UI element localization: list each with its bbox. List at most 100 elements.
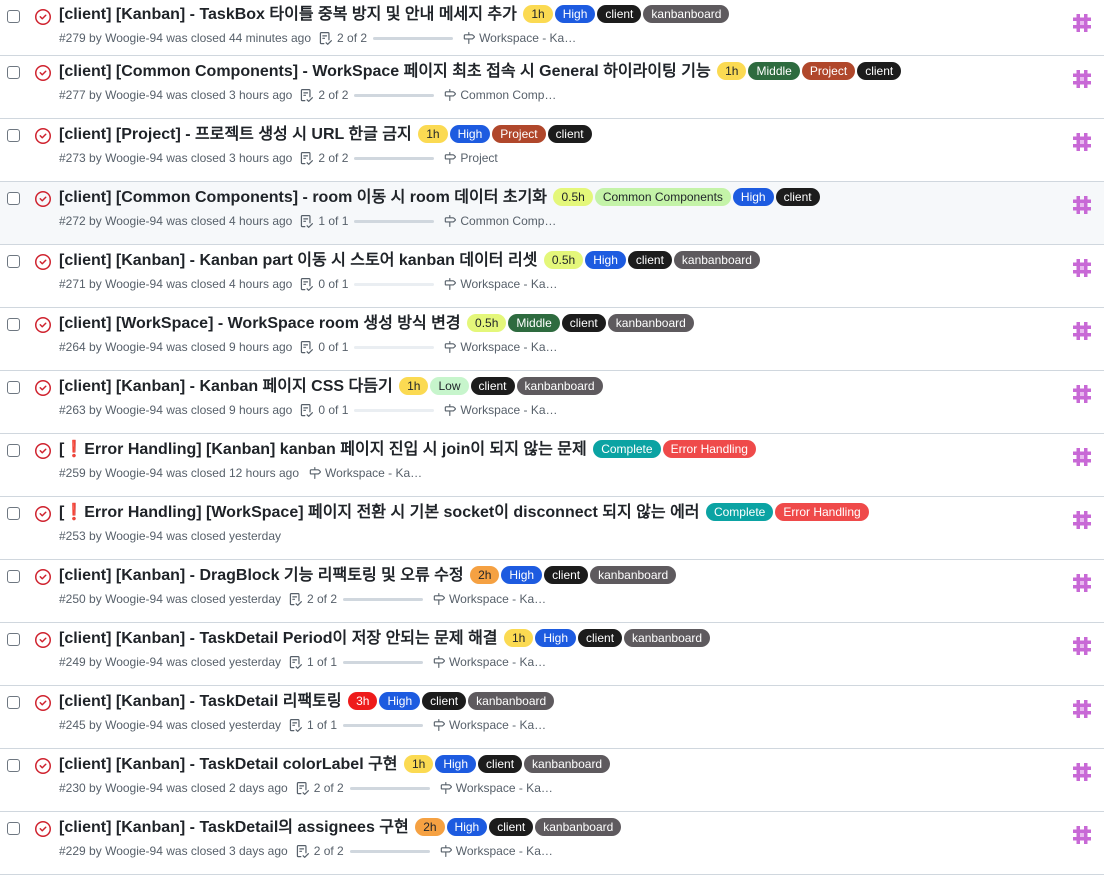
milestone[interactable]: Project <box>442 149 498 167</box>
issue-label[interactable]: High <box>732 188 774 206</box>
milestone[interactable]: Workspace - Ka… <box>431 590 546 608</box>
issue-title[interactable]: [client] [Common Components] - WorkSpace… <box>59 63 711 80</box>
issue-label[interactable]: client <box>857 62 902 80</box>
issue-row[interactable]: [client] [Common Components] - WorkSpace… <box>0 56 1104 119</box>
milestone[interactable]: Workspace - Ka… <box>307 464 422 482</box>
issue-label[interactable]: 1h <box>523 5 553 23</box>
assignee-avatar[interactable] <box>1073 259 1091 277</box>
issue-label[interactable]: kanbanboard <box>590 566 677 584</box>
select-checkbox[interactable] <box>7 507 20 520</box>
issue-title[interactable]: [client] [Kanban] - TaskDetail Period이 저… <box>59 630 498 647</box>
select-checkbox[interactable] <box>7 759 20 772</box>
issue-label[interactable]: High <box>585 251 626 269</box>
issue-label[interactable]: client <box>489 818 534 836</box>
assignee-avatar[interactable] <box>1073 133 1091 151</box>
milestone-name[interactable]: Workspace - Ka… <box>479 29 576 47</box>
issue-label[interactable]: 1h <box>717 62 747 80</box>
issue-row[interactable]: [client] [Kanban] - TaskDetail colorLabe… <box>0 749 1104 812</box>
issue-label[interactable]: kanbanboard <box>524 755 611 773</box>
issue-label[interactable]: High <box>449 125 491 143</box>
issue-label[interactable]: 1h <box>418 125 448 143</box>
issue-author[interactable]: Woogie-94 <box>105 527 163 545</box>
issue-author[interactable]: Woogie-94 <box>105 212 163 230</box>
select-checkbox[interactable] <box>7 381 20 394</box>
assignee-avatar[interactable] <box>1073 700 1091 718</box>
issue-row[interactable]: [client] [Kanban] - Kanban 페이지 CSS 다듬기 1… <box>0 371 1104 434</box>
issue-author[interactable]: Woogie-94 <box>105 401 163 419</box>
select-checkbox[interactable] <box>7 822 20 835</box>
issue-title[interactable]: [client] [Kanban] - Kanban part 이동 시 스토어… <box>59 252 537 269</box>
issue-row[interactable]: [client] [Kanban] - DragBlock 기능 리팩토링 및 … <box>0 560 1104 623</box>
issue-label[interactable]: client <box>547 125 592 143</box>
issue-title[interactable]: Error Handling] [WorkSpace] 페이지 전환 시 기본 … <box>84 504 699 521</box>
issue-author[interactable]: Woogie-94 <box>105 653 163 671</box>
milestone-name[interactable]: Workspace - Ka… <box>460 275 557 293</box>
issue-label[interactable]: Project <box>492 125 546 143</box>
issue-label[interactable]: 1h <box>399 377 429 395</box>
select-checkbox[interactable] <box>7 192 20 205</box>
issue-row[interactable]: [client] [Common Components] - room 이동 시… <box>0 182 1104 245</box>
select-checkbox[interactable] <box>7 318 20 331</box>
issue-row[interactable]: [client] [Kanban] - TaskBox 타이틀 중복 방지 및 … <box>0 0 1104 56</box>
select-checkbox[interactable] <box>7 570 20 583</box>
issue-label[interactable]: 1h <box>503 629 534 647</box>
assignee-avatar[interactable] <box>1073 763 1091 781</box>
issue-author[interactable]: Woogie-94 <box>105 842 163 860</box>
select-checkbox[interactable] <box>7 255 20 268</box>
assignee-avatar[interactable] <box>1073 196 1091 214</box>
issue-label[interactable]: Complete <box>705 503 774 521</box>
issue-label[interactable]: Middle <box>748 62 800 80</box>
issue-row[interactable]: [❗Error Handling] [WorkSpace] 페이지 전환 시 기… <box>0 497 1104 560</box>
milestone-name[interactable]: Common Comp… <box>460 86 556 104</box>
milestone-name[interactable]: Workspace - Ka… <box>449 716 546 734</box>
issue-label[interactable]: kanbanboard <box>643 5 730 23</box>
milestone-name[interactable]: Workspace - Ka… <box>325 464 422 482</box>
issue-title[interactable]: [client] [Kanban] - TaskBox 타이틀 중복 방지 및 … <box>59 6 517 23</box>
issue-label[interactable]: 0.5h <box>543 251 584 269</box>
issue-title[interactable]: [client] [Kanban] - TaskDetail의 assignee… <box>59 819 409 836</box>
milestone-name[interactable]: Workspace - Ka… <box>460 338 557 356</box>
issue-label[interactable]: Project <box>801 62 856 80</box>
issue-title[interactable]: [client] [Project] - 프로젝트 생성 시 URL 한글 금지 <box>59 126 412 143</box>
issue-row[interactable]: [client] [Kanban] - TaskDetail Period이 저… <box>0 623 1104 686</box>
milestone-name[interactable]: Project <box>460 149 497 167</box>
select-checkbox[interactable] <box>7 66 20 79</box>
issue-author[interactable]: Woogie-94 <box>105 716 163 734</box>
milestone[interactable]: Common Comp… <box>442 86 556 104</box>
assignee-avatar[interactable] <box>1073 322 1091 340</box>
issue-label[interactable]: client <box>422 692 467 710</box>
milestone-name[interactable]: Common Comp… <box>460 212 556 230</box>
issue-label[interactable]: client <box>578 629 623 647</box>
select-checkbox[interactable] <box>7 444 20 457</box>
milestone-name[interactable]: Workspace - Ka… <box>449 653 546 671</box>
issue-label[interactable]: kanbanboard <box>516 377 603 395</box>
issue-author[interactable]: Woogie-94 <box>105 149 163 167</box>
issue-row[interactable]: [client] [Kanban] - TaskDetail 리팩토링 3h Hi… <box>0 686 1104 749</box>
milestone[interactable]: Workspace - Ka… <box>461 29 576 47</box>
issue-label[interactable]: High <box>501 566 543 584</box>
issue-label[interactable]: client <box>478 755 523 773</box>
issue-label[interactable]: kanbanboard <box>673 251 760 269</box>
milestone[interactable]: Workspace - Ka… <box>442 338 558 356</box>
issue-author[interactable]: Woogie-94 <box>105 29 163 47</box>
issue-label[interactable]: 1h <box>403 755 434 773</box>
issue-title[interactable]: Error Handling] [Kanban] kanban 페이지 진입 시… <box>84 441 587 458</box>
milestone-name[interactable]: Workspace - Ka… <box>449 590 546 608</box>
issue-title[interactable]: [client] [Kanban] - TaskDetail colorLabe… <box>59 756 398 773</box>
issue-title[interactable]: [client] [Kanban] - Kanban 페이지 CSS 다듬기 <box>59 378 393 395</box>
issue-title[interactable]: [client] [Kanban] - DragBlock 기능 리팩토링 및 … <box>59 567 464 584</box>
issue-label[interactable]: High <box>446 818 488 836</box>
issue-label[interactable]: High <box>379 692 421 710</box>
issue-title[interactable]: [client] [Common Components] - room 이동 시… <box>59 189 547 206</box>
issue-row[interactable]: [client] [Kanban] - TaskDetail의 assignee… <box>0 812 1104 875</box>
issue-author[interactable]: Woogie-94 <box>105 779 163 797</box>
issue-author[interactable]: Woogie-94 <box>105 464 163 482</box>
issue-label[interactable]: Low <box>430 377 469 395</box>
milestone[interactable]: Workspace - Ka… <box>431 716 546 734</box>
issue-label[interactable]: client <box>561 314 606 332</box>
select-checkbox[interactable] <box>7 129 20 142</box>
issue-row[interactable]: [client] [Kanban] - Kanban part 이동 시 스토어… <box>0 245 1104 308</box>
milestone[interactable]: Workspace - Ka… <box>438 779 553 797</box>
issue-label[interactable]: Common Components <box>594 188 731 206</box>
issue-author[interactable]: Woogie-94 <box>105 275 163 293</box>
